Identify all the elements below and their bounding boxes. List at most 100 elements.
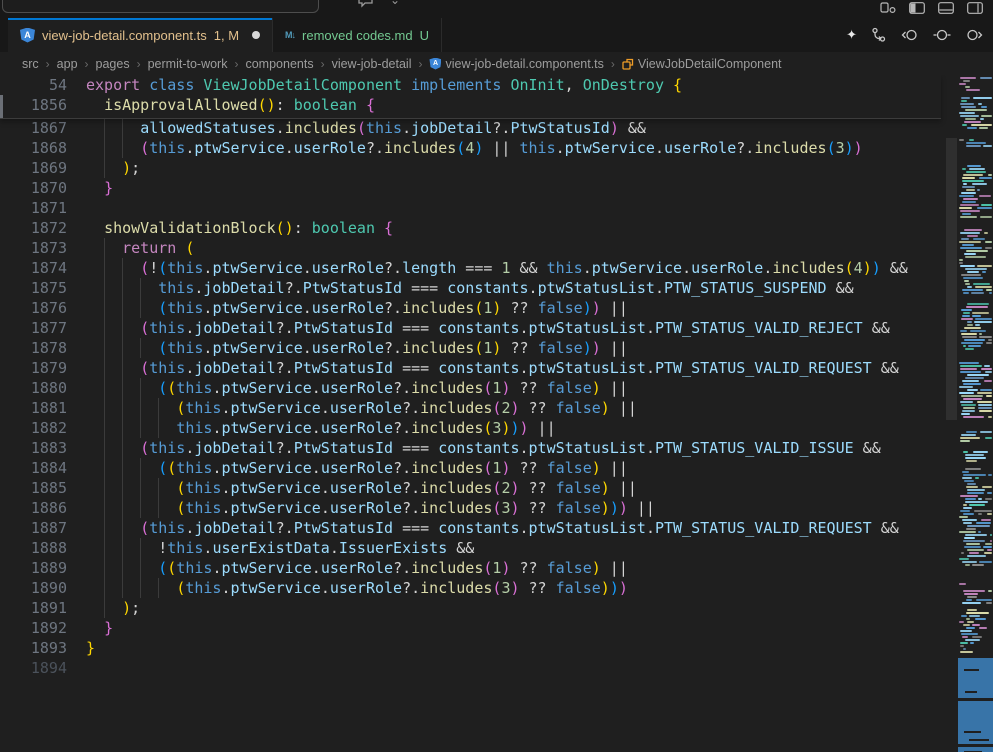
minimap-code-mark [963,345,966,347]
breadcrumb-file[interactable]: view-job-detail.component.ts [445,57,603,71]
code-line[interactable]: 1887 (this.jobDetail?.PtwStatusId === co… [0,518,941,538]
toggle-secondary-sidebar-icon[interactable] [967,1,983,13]
code-line[interactable]: 1889 ((this.ptwService.userRole?.include… [0,558,941,578]
line-number[interactable]: 1870 [0,178,67,198]
code-text: (this.jobDetail?.PtwStatusId === constan… [86,358,899,378]
code-line[interactable]: 1885 (this.ptwService.userRole?.includes… [0,478,941,498]
sticky-line[interactable]: 1856 isApprovalAllowed(): boolean { [0,95,941,115]
code-line[interactable]: 1890 (this.ptwService.userRole?.includes… [0,578,941,598]
breadcrumb-symbol[interactable]: ViewJobDetailComponent [638,57,782,71]
sticky-line[interactable]: 54export class ViewJobDetailComponent im… [0,75,941,95]
code-line[interactable]: 1879 (this.jobDetail?.PtwStatusId === co… [0,358,941,378]
code-line[interactable]: 1883 (this.jobDetail?.PtwStatusId === co… [0,438,941,458]
code-area[interactable]: 1867 allowedStatuses.includes(this.jobDe… [0,118,941,678]
line-number[interactable]: 1886 [0,498,67,518]
editor[interactable]: 1867 allowedStatuses.includes(this.jobDe… [0,75,993,752]
code-line[interactable]: 1892 } [0,618,941,638]
code-line[interactable]: 1872 showValidationBlock(): boolean { [0,218,941,238]
code-line[interactable]: 1888 !this.userExistData.IssuerExists && [0,538,941,558]
code-line[interactable]: 1894 [0,658,941,678]
code-line[interactable]: 1881 (this.ptwService.userRole?.includes… [0,398,941,418]
toggle-panel-icon[interactable] [938,1,954,13]
copilot-sparkle-icon[interactable]: ✦ [846,27,857,43]
minimap[interactable] [958,75,993,752]
line-number[interactable]: 1875 [0,278,67,298]
line-number[interactable]: 1868 [0,138,67,158]
line-number[interactable]: 1891 [0,598,67,618]
line-number[interactable]: 1869 [0,158,67,178]
line-number[interactable]: 1879 [0,358,67,378]
code-line[interactable]: 1873 return ( [0,238,941,258]
code-line[interactable]: 1882 this.ptwService.userRole?.includes(… [0,418,941,438]
line-number[interactable]: 1884 [0,458,67,478]
line-number[interactable]: 1890 [0,578,67,598]
line-number[interactable]: 1876 [0,298,67,318]
minimap-code-mark [962,477,972,479]
code-line[interactable]: 1871 [0,198,941,218]
breadcrumb-item-components[interactable]: components [245,57,313,71]
code-line[interactable]: 1884 ((this.ptwService.userRole?.include… [0,458,941,478]
source-control-graph-icon[interactable] [871,27,887,43]
chevron-down-icon[interactable]: ⌄ [390,0,400,7]
minimap-code-mark [967,321,972,323]
code-line[interactable]: 1869 ); [0,158,941,178]
code-line[interactable]: 1875 this.jobDetail?.PtwStatusId === con… [0,278,941,298]
line-number[interactable]: 1874 [0,258,67,278]
line-number[interactable]: 1878 [0,338,67,358]
code-line[interactable]: 1880 ((this.ptwService.userRole?.include… [0,378,941,398]
code-line[interactable]: 1876 (this.ptwService.userRole?.includes… [0,298,941,318]
code-line[interactable]: 1893} [0,638,941,658]
sticky-scroll[interactable]: 54export class ViewJobDetailComponent im… [0,75,941,119]
line-number[interactable]: 1856 [0,95,67,115]
line-number[interactable]: 1892 [0,618,67,638]
minimap-code-mark [967,389,978,391]
line-number[interactable]: 1871 [0,198,67,218]
toggle-primary-sidebar-icon[interactable] [909,1,925,13]
code-line[interactable]: 1868 (this.ptwService.userRole?.includes… [0,138,941,158]
code-line[interactable]: 1877 (this.jobDetail?.PtwStatusId === co… [0,318,941,338]
minimap-code-mark [967,609,977,611]
vertical-scrollbar[interactable] [945,75,958,752]
next-change-icon[interactable] [965,27,983,43]
scrollbar-slider[interactable] [946,138,957,420]
code-line[interactable]: 1867 allowedStatuses.includes(this.jobDe… [0,118,941,138]
open-changes-icon[interactable] [933,27,951,43]
line-number[interactable]: 1887 [0,518,67,538]
chat-bubble-icon[interactable] [358,0,376,11]
line-number[interactable]: 1894 [0,658,67,678]
line-number[interactable]: 1873 [0,238,67,258]
minimap-code-mark [980,118,984,120]
line-number[interactable]: 1893 [0,638,67,658]
minimap-code-mark [966,599,972,601]
line-number[interactable]: 1872 [0,218,67,238]
code-line[interactable]: 1878 (this.ptwService.userRole?.includes… [0,338,941,358]
line-number[interactable]: 1883 [0,438,67,458]
customize-layout-icon[interactable] [880,1,896,13]
code-line[interactable]: 1870 } [0,178,941,198]
line-number[interactable]: 1882 [0,418,67,438]
previous-change-icon[interactable] [901,27,919,43]
line-number[interactable]: 1880 [0,378,67,398]
line-number[interactable]: 1888 [0,538,67,558]
line-number[interactable]: 1885 [0,478,67,498]
breadcrumb-item-app[interactable]: app [57,57,78,71]
command-center-searchbox[interactable] [2,0,319,13]
code-line[interactable]: 1891 ); [0,598,941,618]
tab-removed-codes[interactable]: M↓ removed codes.md U [273,18,442,52]
breadcrumb-item-permit-to-work[interactable]: permit-to-work [148,57,228,71]
line-number[interactable]: 1881 [0,398,67,418]
minimap-code-mark [965,639,980,641]
minimap-code-mark [961,552,964,554]
code-line[interactable]: 1886 (this.ptwService.userRole?.includes… [0,498,941,518]
line-number[interactable]: 54 [0,75,67,95]
line-number[interactable]: 1889 [0,558,67,578]
tab-view-job-detail[interactable]: A view-job-detail.component.ts 1, M [8,18,273,52]
breadcrumb-item-view-job-detail[interactable]: view-job-detail [332,57,412,71]
minimap-code-mark [979,333,983,335]
code-line[interactable]: 1874 (!(this.ptwService.userRole?.length… [0,258,941,278]
breadcrumb-item-pages[interactable]: pages [96,57,130,71]
unsaved-dot[interactable] [252,31,260,39]
line-number[interactable]: 1877 [0,318,67,338]
breadcrumb-item-src[interactable]: src [22,57,39,71]
line-number[interactable]: 1867 [0,118,67,138]
